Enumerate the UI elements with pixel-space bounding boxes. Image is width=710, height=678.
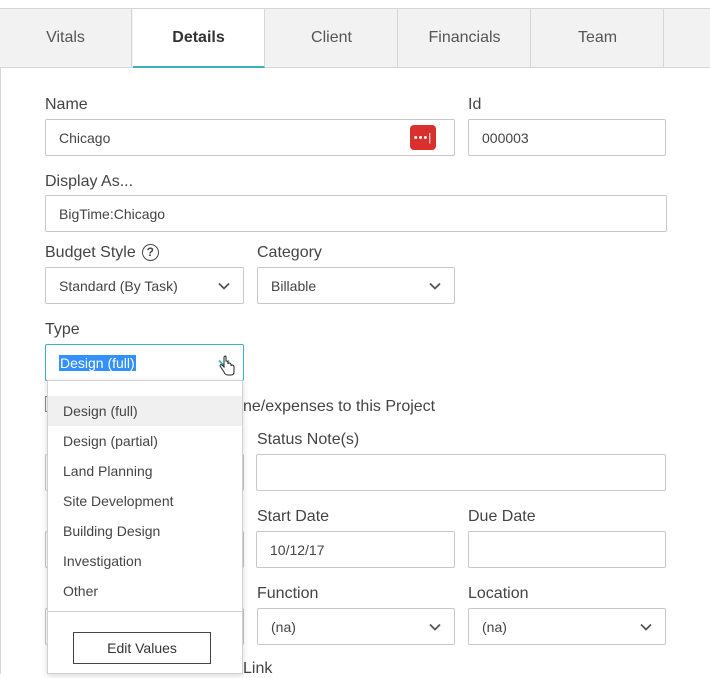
chevron-down-icon <box>218 282 230 290</box>
tab-bar: Vitals Details Client Financials Team <box>0 8 710 68</box>
category-value: Billable <box>271 277 317 294</box>
help-icon[interactable]: ? <box>141 244 159 262</box>
dropdown-option[interactable]: Other <box>48 576 242 606</box>
id-input[interactable]: 000003 <box>468 119 666 156</box>
type-select[interactable]: Design (full) <box>45 344 244 381</box>
link-label: Link <box>243 660 273 677</box>
function-value: (na) <box>271 618 296 635</box>
dropdown-option[interactable]: Land Planning <box>48 456 242 486</box>
tab-financials[interactable]: Financials <box>399 9 531 67</box>
name-label: Name <box>45 96 88 113</box>
chevron-down-icon <box>640 623 652 631</box>
dropdown-option[interactable]: Investigation <box>48 546 242 576</box>
edit-values-button[interactable]: Edit Values <box>73 632 211 664</box>
tab-team[interactable]: Team <box>532 9 664 67</box>
tab-details[interactable]: Details <box>133 9 265 68</box>
id-label: Id <box>468 96 482 113</box>
name-input[interactable]: Chicago •••| <box>45 119 455 156</box>
chevron-down-icon <box>429 282 441 290</box>
checkbox-label: ne/expenses to this Project <box>243 398 436 415</box>
location-label: Location <box>468 585 529 602</box>
budget-style-label: Budget Style? <box>45 244 159 262</box>
category-label: Category <box>257 244 322 261</box>
dropdown-divider <box>48 611 242 612</box>
display-as-label: Display As... <box>45 173 134 190</box>
dropdown-option[interactable]: Design (partial) <box>48 426 242 456</box>
location-select[interactable]: (na) <box>468 608 666 645</box>
chevron-down-icon <box>429 623 441 631</box>
due-date-label: Due Date <box>468 508 536 525</box>
display-as-input[interactable]: BigTime:Chicago <box>45 195 667 232</box>
budget-style-value: Standard (By Task) <box>59 277 178 294</box>
due-date-input[interactable] <box>468 531 666 568</box>
function-select[interactable]: (na) <box>257 608 455 645</box>
category-select[interactable]: Billable <box>257 267 455 304</box>
budget-style-select[interactable]: Standard (By Task) <box>45 267 244 304</box>
display-as-value: BigTime:Chicago <box>59 205 166 222</box>
type-label: Type <box>45 321 80 338</box>
budget-style-label-text: Budget Style <box>45 244 136 261</box>
type-value: Design (full) <box>59 354 136 371</box>
tab-client[interactable]: Client <box>266 9 398 67</box>
hand-cursor-icon <box>219 355 235 376</box>
start-date-input[interactable]: 10/12/17 <box>256 531 455 568</box>
name-value: Chicago <box>59 129 111 146</box>
status-note-input[interactable] <box>256 454 666 491</box>
password-manager-icon[interactable]: •••| <box>410 125 436 150</box>
dropdown-option[interactable]: Building Design <box>48 516 242 546</box>
type-dropdown-list: Design (full) Design (partial) Land Plan… <box>47 380 243 674</box>
tab-vitals[interactable]: Vitals <box>0 9 132 67</box>
dropdown-option[interactable]: Design (full) <box>48 396 242 426</box>
location-value: (na) <box>482 618 507 635</box>
status-note-label: Status Note(s) <box>257 431 360 448</box>
start-date-value: 10/12/17 <box>270 541 325 558</box>
dropdown-option[interactable]: Site Development <box>48 486 242 516</box>
function-label: Function <box>257 585 319 602</box>
id-value: 000003 <box>482 129 529 146</box>
start-date-label: Start Date <box>257 508 330 525</box>
